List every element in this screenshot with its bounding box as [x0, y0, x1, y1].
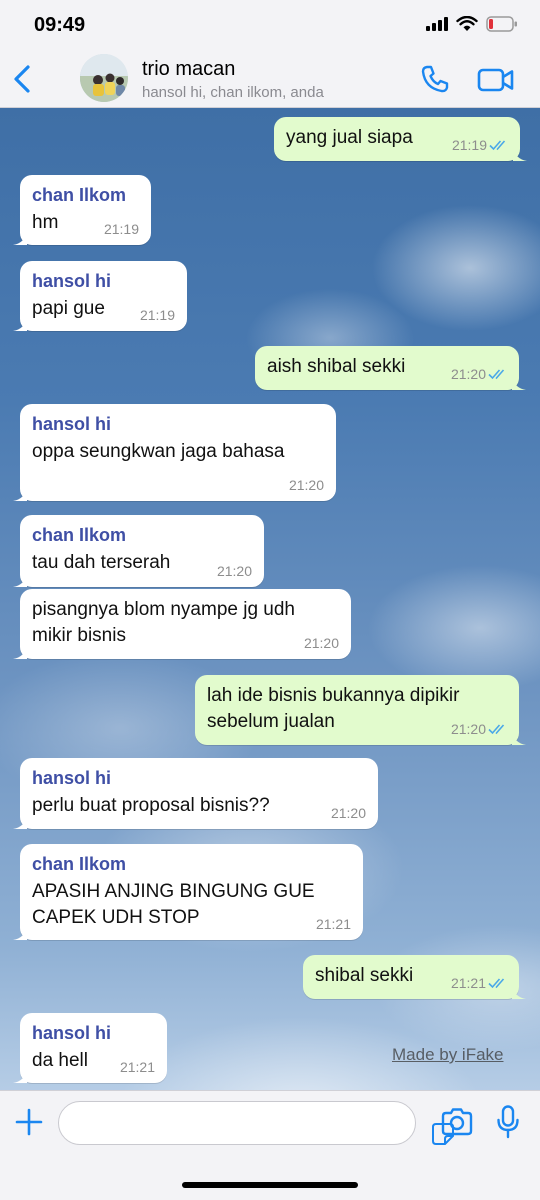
back-chevron-icon[interactable]	[10, 64, 36, 94]
home-indicator	[182, 1182, 358, 1188]
message-text: shibal sekki	[315, 965, 414, 986]
bubble-tail-icon	[13, 926, 27, 940]
battery-icon	[486, 16, 517, 32]
incoming-message-bubble[interactable]: pisangnya blom nyampe jg udh mikir bisnis…	[13, 589, 351, 659]
outgoing-message-bubble[interactable]: lah ide bisnis bukannya dipikir sebelum j…	[195, 675, 526, 745]
message-text: sebelum jualan	[207, 711, 335, 732]
message-text: yang jual siapa	[286, 127, 413, 148]
incoming-message-bubble[interactable]: hansol hi da hell 21:21	[13, 1013, 167, 1083]
sender-name[interactable]: chan Ilkom	[32, 854, 126, 875]
outgoing-message-bubble[interactable]: yang jual siapa 21:19	[274, 117, 527, 161]
bubble-tail-icon	[13, 645, 27, 659]
message-timestamp: 21:20	[450, 366, 486, 382]
phone-call-icon[interactable]	[420, 64, 450, 94]
chat-participants[interactable]: hansol hi, chan ilkom, anda	[142, 84, 324, 101]
status-time: 09:49	[34, 14, 86, 36]
message-timestamp: 21:20	[288, 477, 324, 493]
message-timestamp: 21:20	[330, 805, 366, 821]
incoming-message-bubble[interactable]: chan Ilkom hm 21:19	[13, 175, 151, 245]
message-text: APASIH ANJING BINGUNG GUE	[32, 881, 315, 902]
sender-name[interactable]: hansol hi	[32, 414, 111, 435]
bubble-tail-icon	[13, 487, 27, 501]
chat-title[interactable]: trio macan	[142, 58, 235, 81]
sender-name[interactable]: hansol hi	[32, 1023, 111, 1044]
watermark-text: Made by iFake	[392, 1045, 504, 1064]
sender-name[interactable]: chan Ilkom	[32, 525, 126, 546]
group-avatar[interactable]	[80, 54, 128, 102]
status-bar: 09:49	[0, 0, 540, 50]
cellular-signal-icon	[426, 17, 448, 31]
message-text: da hell	[32, 1050, 88, 1071]
message-timestamp: 21:19	[139, 307, 175, 323]
sender-name[interactable]: hansol hi	[32, 768, 111, 789]
message-timestamp: 21:21	[450, 975, 486, 991]
outgoing-message-bubble[interactable]: shibal sekki 21:21	[303, 955, 526, 999]
outgoing-message-bubble[interactable]: aish shibal sekki 21:20	[255, 346, 526, 390]
message-text: aish shibal sekki	[267, 356, 406, 377]
status-icons	[426, 16, 518, 32]
message-text: perlu buat proposal bisnis??	[32, 795, 270, 816]
incoming-message-bubble[interactable]: hansol hi perlu buat proposal bisnis?? 21:…	[13, 758, 378, 829]
bubble-tail-icon	[512, 985, 526, 999]
message-timestamp: 21:20	[303, 635, 339, 651]
message-timestamp: 21:20	[450, 721, 486, 737]
message-text: hm	[32, 212, 59, 233]
bubble-tail-icon	[512, 731, 526, 745]
message-input[interactable]	[58, 1101, 454, 1145]
message-timestamp: 21:20	[216, 563, 252, 579]
message-text: lah ide bisnis bukannya dipikir	[207, 685, 460, 706]
sender-name[interactable]: chan Ilkom	[32, 185, 126, 206]
incoming-message-bubble[interactable]: chan Ilkom APASIH ANJING BINGUNG GUE CAPEK…	[13, 844, 363, 940]
message-timestamp: 21:19	[451, 137, 487, 153]
message-text: papi gue	[32, 298, 105, 319]
camera-icon[interactable]	[440, 1107, 474, 1137]
bubble-tail-icon	[13, 317, 27, 331]
bubble-tail-icon	[512, 376, 526, 390]
bubble-tail-icon	[13, 573, 27, 587]
message-text: pisangnya blom nyampe jg udh	[32, 599, 296, 620]
read-receipt-icon	[488, 724, 505, 735]
chat-header: trio macan hansol hi, chan ilkom, anda	[0, 50, 540, 108]
read-receipt-icon	[488, 978, 505, 989]
bubble-tail-icon	[13, 1069, 27, 1083]
message-timestamp: 21:21	[315, 916, 351, 932]
bubble-tail-icon	[13, 231, 27, 245]
read-receipt-icon	[489, 140, 506, 151]
sender-name[interactable]: hansol hi	[32, 271, 111, 292]
incoming-message-bubble[interactable]: hansol hi oppa seungkwan jaga bahasa 21:20	[13, 404, 336, 501]
message-text: mikir bisnis	[32, 625, 126, 646]
avatar-photo-icon	[80, 54, 128, 102]
video-call-icon[interactable]	[477, 67, 515, 93]
incoming-message-bubble[interactable]: hansol hi papi gue 21:19	[13, 261, 187, 331]
message-timestamp: 21:19	[103, 221, 139, 237]
bubble-tail-icon	[13, 815, 27, 829]
message-text: oppa seungkwan jaga bahasa	[32, 441, 285, 462]
message-text: CAPEK UDH STOP	[32, 907, 200, 928]
microphone-icon[interactable]	[496, 1105, 520, 1139]
wifi-icon	[456, 16, 478, 31]
plus-icon[interactable]	[14, 1107, 44, 1137]
bubble-tail-icon	[513, 147, 527, 161]
message-timestamp: 21:21	[119, 1059, 155, 1075]
message-text: tau dah terserah	[32, 552, 171, 573]
read-receipt-icon	[488, 369, 505, 380]
incoming-message-bubble[interactable]: chan Ilkom tau dah terserah 21:20	[13, 515, 264, 587]
